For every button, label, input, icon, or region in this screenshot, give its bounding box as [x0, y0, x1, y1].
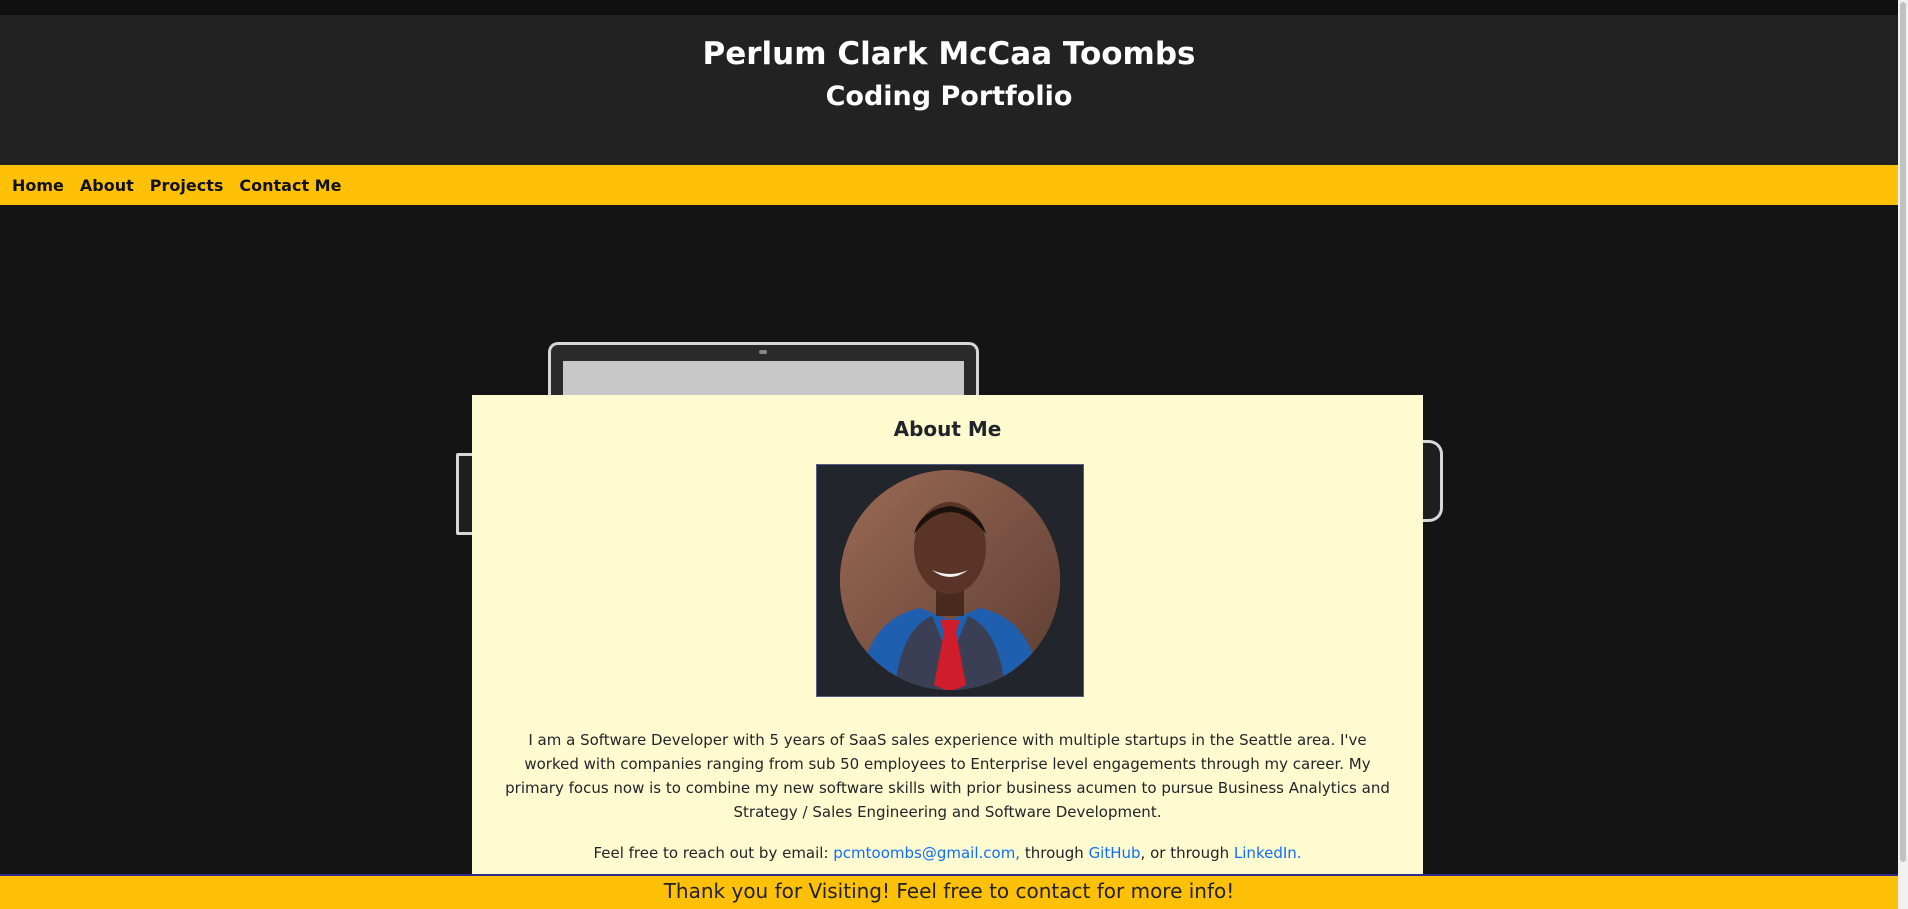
contact-prefix: Feel free to reach out by email: — [593, 844, 834, 862]
page-header: Perlum Clark McCaa Toombs Coding Portfol… — [0, 15, 1898, 165]
scrollbar-thumb[interactable] — [1900, 2, 1906, 862]
main-nav: Home About Projects Contact Me — [0, 165, 1898, 205]
page-title: Perlum Clark McCaa Toombs — [702, 36, 1196, 72]
profile-photo — [840, 470, 1060, 690]
github-link[interactable]: GitHub — [1089, 844, 1141, 862]
laptop-camera — [759, 350, 767, 354]
email-link[interactable]: pcmtoombs@gmail.com, — [833, 844, 1020, 862]
footer-text: Thank you for Visiting! Feel free to con… — [663, 879, 1235, 903]
browser-top-strip — [0, 0, 1898, 15]
about-section: About Me I am a Software Developer with … — [472, 395, 1423, 875]
page-scrollbar[interactable] — [1898, 0, 1908, 909]
profile-photo-frame — [816, 464, 1084, 697]
contact-line: Feel free to reach out by email: pcmtoom… — [472, 843, 1423, 863]
nav-home-link[interactable]: Home — [12, 176, 64, 195]
linkedin-link[interactable]: LinkedIn. — [1234, 844, 1302, 862]
contact-through-1: through — [1020, 844, 1089, 862]
page-subtitle: Coding Portfolio — [825, 81, 1073, 112]
nav-contact-link[interactable]: Contact Me — [239, 176, 341, 195]
contact-through-2: , or through — [1140, 844, 1234, 862]
page-footer: Thank you for Visiting! Feel free to con… — [0, 874, 1898, 909]
nav-about-link[interactable]: About — [80, 176, 134, 195]
about-heading: About Me — [893, 417, 1002, 441]
nav-projects-link[interactable]: Projects — [150, 176, 224, 195]
about-bio: I am a Software Developer with 5 years o… — [505, 731, 1390, 821]
